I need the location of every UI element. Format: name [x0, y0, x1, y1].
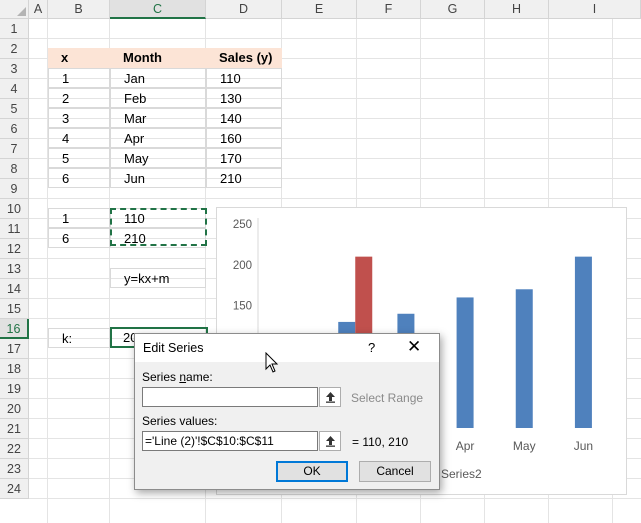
row-header-7[interactable]: 7 [0, 139, 29, 159]
mouse-cursor-icon [265, 352, 279, 373]
row-header-23[interactable]: 23 [0, 459, 29, 479]
y-tick-label: 150 [233, 301, 252, 313]
table-cell-month[interactable]: Mar [110, 108, 206, 128]
series-name-label: Series name: [142, 370, 213, 384]
column-header-a[interactable]: A [29, 0, 48, 19]
select-range-text: Select Range [351, 391, 424, 405]
row-header-6[interactable]: 6 [0, 119, 29, 139]
table-cell-x[interactable]: 3 [48, 108, 110, 128]
edit-series-dialog: Edit Series ? ✕ Series name: Select Rang… [134, 333, 440, 490]
copy-marquee [110, 208, 207, 246]
row-header-13[interactable]: 13 [0, 259, 29, 279]
row-header-19[interactable]: 19 [0, 379, 29, 399]
column-header-h[interactable]: H [485, 0, 549, 19]
gridline [29, 498, 641, 499]
series-values-label: Series values: [142, 414, 218, 428]
cell-b10[interactable]: 1 [48, 208, 110, 228]
values-preview: = 110, 210 [352, 435, 409, 449]
collapse-arrow-icon [326, 392, 335, 403]
bar-series1[interactable] [574, 256, 592, 428]
column-header-i[interactable]: I [549, 0, 641, 19]
cell-b11[interactable]: 6 [48, 228, 110, 248]
cancel-button[interactable]: Cancel [359, 461, 431, 482]
table-header-sales[interactable]: Sales (y) [206, 48, 282, 68]
x-tick-label: Apr [456, 439, 475, 453]
legend-entry[interactable]: Series2 [441, 467, 482, 481]
x-tick-label: May [513, 439, 536, 453]
bar-series1[interactable] [456, 297, 474, 428]
row-header-11[interactable]: 11 [0, 219, 29, 239]
table-cell-sales[interactable]: 210 [206, 168, 282, 188]
series-values-collapse-button[interactable] [319, 431, 341, 451]
column-header-d[interactable]: D [206, 0, 282, 19]
column-header-b[interactable]: B [48, 0, 110, 19]
bar-series1[interactable] [515, 289, 533, 428]
table-cell-sales[interactable]: 140 [206, 108, 282, 128]
table-cell-month[interactable]: Jan [110, 68, 206, 88]
row-header-12[interactable]: 12 [0, 239, 29, 259]
row-header-21[interactable]: 21 [0, 419, 29, 439]
column-header-e[interactable]: E [282, 0, 357, 19]
series-name-collapse-button[interactable] [319, 387, 341, 407]
row-header-4[interactable]: 4 [0, 79, 29, 99]
table-cell-month[interactable]: Feb [110, 88, 206, 108]
gridline [29, 38, 641, 39]
dialog-title-bar[interactable]: Edit Series ? ✕ [135, 334, 439, 362]
table-cell-sales[interactable]: 170 [206, 148, 282, 168]
table-cell-sales[interactable]: 130 [206, 88, 282, 108]
select-all-corner[interactable] [0, 0, 29, 19]
table-cell-x[interactable]: 6 [48, 168, 110, 188]
table-cell-x[interactable]: 4 [48, 128, 110, 148]
y-tick-label: 200 [233, 260, 252, 272]
row-header-3[interactable]: 3 [0, 59, 29, 79]
table-header-x[interactable]: x [48, 48, 110, 68]
spreadsheet: A B C D E F G H I 1 2 3 4 5 6 7 8 9 10 11 12 13 14 15 1… [0, 0, 641, 523]
row-header-1[interactable]: 1 [0, 19, 29, 39]
table-cell-x[interactable]: 2 [48, 88, 110, 108]
gridline [29, 198, 641, 199]
row-header-16[interactable]: 16 [0, 319, 29, 339]
collapse-arrow-icon [326, 436, 335, 447]
x-tick-label: Jun [574, 439, 593, 453]
row-header-2[interactable]: 2 [0, 39, 29, 59]
row-header-14[interactable]: 14 [0, 279, 29, 299]
row-header-9[interactable]: 9 [0, 179, 29, 199]
table-cell-sales[interactable]: 110 [206, 68, 282, 88]
row-header-10[interactable]: 10 [0, 199, 29, 219]
column-header-c[interactable]: C [110, 0, 206, 19]
table-cell-x[interactable]: 5 [48, 148, 110, 168]
row-header-22[interactable]: 22 [0, 439, 29, 459]
dialog-title: Edit Series [143, 341, 204, 355]
row-header-18[interactable]: 18 [0, 359, 29, 379]
row-header-24[interactable]: 24 [0, 479, 29, 499]
row-header-8[interactable]: 8 [0, 159, 29, 179]
row-header-5[interactable]: 5 [0, 99, 29, 119]
row-header-17[interactable]: 17 [0, 339, 29, 359]
close-icon[interactable]: ✕ [407, 337, 421, 357]
column-header-g[interactable]: G [421, 0, 485, 19]
ok-button[interactable]: OK [276, 461, 348, 482]
table-cell-x[interactable]: 1 [48, 68, 110, 88]
table-cell-sales[interactable]: 160 [206, 128, 282, 148]
table-cell-month[interactable]: May [110, 148, 206, 168]
table-cell-month[interactable]: Jun [110, 168, 206, 188]
series-values-input[interactable]: ='Line (2)'!$C$10:$C$11 [142, 431, 318, 451]
table-header-month[interactable]: Month [110, 48, 206, 68]
help-button[interactable]: ? [368, 340, 375, 355]
formula-cell[interactable]: y=kx+m [110, 268, 206, 288]
y-tick-label: 250 [233, 219, 252, 231]
k-label-cell[interactable]: k: [48, 328, 110, 348]
series-name-input[interactable] [142, 387, 318, 407]
table-cell-month[interactable]: Apr [110, 128, 206, 148]
column-header-f[interactable]: F [357, 0, 421, 19]
row-header-20[interactable]: 20 [0, 399, 29, 419]
row-header-15[interactable]: 15 [0, 299, 29, 319]
